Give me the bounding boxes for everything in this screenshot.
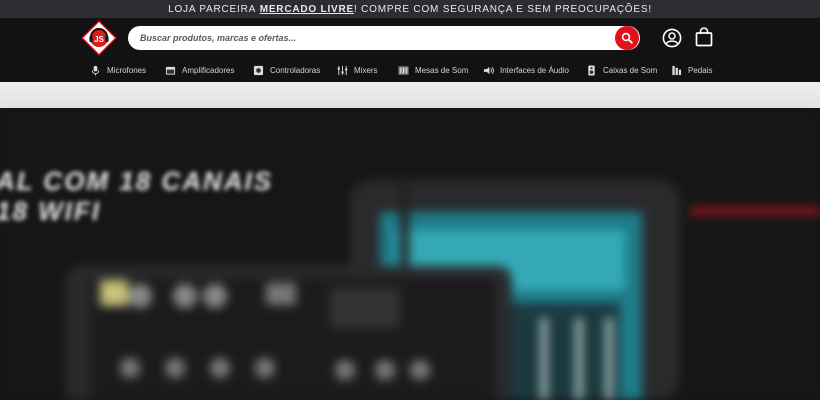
speaker-box-icon: [588, 64, 595, 76]
nav-label: Caixas de Som: [603, 65, 658, 75]
nav-item-microfones[interactable]: Microfones: [90, 58, 146, 82]
hero-title-line2: 18 WIFI: [0, 196, 102, 226]
search-icon: [621, 32, 633, 44]
search-button[interactable]: [615, 26, 639, 50]
nav-label: Microfones: [107, 65, 147, 75]
controller-icon: [253, 65, 264, 75]
logo-text: JS: [94, 35, 104, 44]
mixing-desk-icon: [398, 65, 409, 75]
nav-label: Mesas de Som: [415, 65, 469, 75]
nav-label: Amplificadores: [182, 65, 235, 75]
pedal-icon: [672, 65, 682, 75]
microphone-icon: [91, 65, 100, 76]
nav-item-mixers[interactable]: Mixers: [337, 58, 378, 82]
cart-button[interactable]: [695, 27, 713, 47]
account-button[interactable]: [662, 28, 682, 48]
speaker-volume-icon: [483, 66, 494, 74]
mixer-sliders-icon: [337, 65, 348, 75]
nav-item-controladoras[interactable]: Controladoras: [253, 58, 320, 82]
hero-product-image: [0, 108, 820, 400]
nav-item-interfaces-de-audio[interactable]: Interfaces de Áudio: [483, 58, 569, 82]
site-header: JS: [0, 18, 820, 58]
nav-item-caixas-de-som[interactable]: Caixas de Som: [586, 58, 657, 82]
promo-topbar: LOJA PARCEIRA MERCADO LIVRE! COMPRE COM …: [0, 0, 820, 18]
amplifier-icon: [165, 66, 176, 75]
hero-banner[interactable]: AL COM 18 CANAIS 18 WIFI: [0, 108, 820, 400]
user-icon: [662, 28, 682, 48]
nav-label: Controladoras: [270, 65, 321, 75]
nav-label: Pedais: [688, 65, 713, 75]
promo-prefix: LOJA PARCEIRA: [168, 3, 257, 15]
search-input[interactable]: [128, 26, 640, 50]
category-nav: Microfones Amplificadores Controladoras …: [0, 58, 820, 82]
promo-suffix: ! COMPRE COM SEGURANÇA E SEM PREOCUPAÇÕE…: [354, 3, 652, 15]
promo-highlight-link[interactable]: MERCADO LIVRE: [260, 4, 354, 15]
shopping-bag-icon: [695, 27, 713, 47]
search-bar: [128, 26, 640, 50]
hero-title: AL COM 18 CANAIS 18 WIFI: [0, 166, 273, 226]
nav-label: Interfaces de Áudio: [500, 65, 569, 75]
store-logo[interactable]: JS: [80, 19, 118, 57]
nav-item-mesas-de-som[interactable]: Mesas de Som: [398, 58, 468, 82]
banner-top-strip: [0, 82, 820, 108]
nav-label: Mixers: [354, 65, 378, 75]
hero-title-line1: AL COM 18 CANAIS: [0, 166, 274, 196]
nav-item-amplificadores[interactable]: Amplificadores: [165, 58, 234, 82]
nav-item-pedais[interactable]: Pedais: [671, 58, 712, 82]
